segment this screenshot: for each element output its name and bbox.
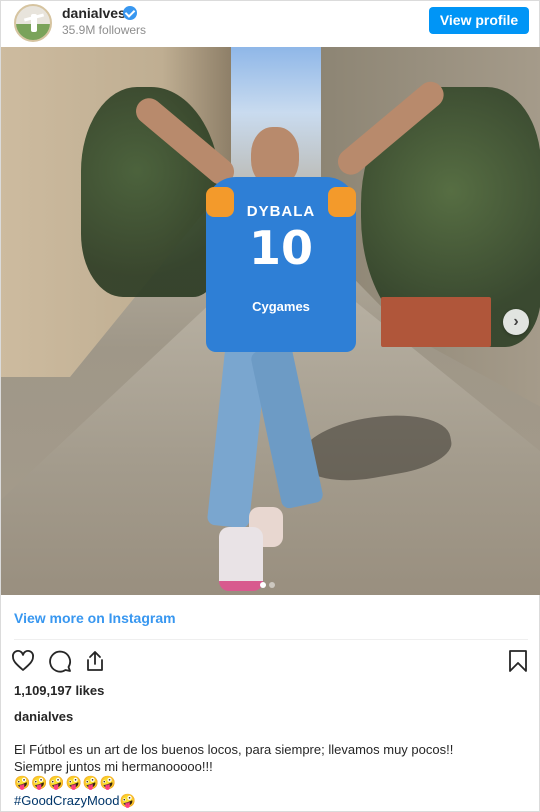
person: DYBALA 10 Cygames: [71, 76, 471, 595]
avatar-figure: [31, 14, 37, 32]
carousel-dot: [269, 582, 275, 588]
instagram-embed-card: danialves 35.9M followers View profile D…: [0, 0, 540, 812]
right-arm: [332, 76, 449, 180]
jersey-name: DYBALA: [246, 203, 316, 220]
jersey-sponsor: Cygames: [252, 299, 310, 314]
left-shoe: [219, 527, 263, 591]
heart-icon[interactable]: [11, 649, 35, 673]
right-leg: [249, 344, 325, 510]
comment-icon[interactable]: [48, 649, 72, 673]
share-icon[interactable]: [83, 649, 107, 673]
jersey-number: 10: [248, 221, 313, 275]
post-photo[interactable]: DYBALA 10 Cygames ›: [1, 47, 540, 595]
caption-line-1: El Fútbol es un art de los buenos locos,…: [14, 742, 454, 757]
like-count[interactable]: 1,109,197 likes: [14, 683, 104, 698]
left-arm: [130, 92, 240, 190]
carousel-dot-active: [260, 582, 266, 588]
post-header: danialves 35.9M followers View profile: [1, 1, 540, 47]
caption: El Fútbol es un art de los buenos locos,…: [14, 741, 528, 809]
follower-count: 35.9M followers: [62, 23, 147, 37]
view-more-link[interactable]: View more on Instagram: [14, 610, 176, 626]
caption-emojis: 🤪🤪🤪🤪🤪🤪: [14, 776, 118, 791]
caption-hashtag[interactable]: #GoodCrazyMood🤪: [14, 792, 528, 809]
verified-icon: [123, 6, 137, 20]
caption-line-2: Siempre juntos mi hermanooooo!!!: [14, 759, 213, 774]
bookmark-icon[interactable]: [506, 649, 530, 673]
view-profile-button[interactable]: View profile: [429, 7, 529, 34]
caption-username[interactable]: danialves: [14, 709, 73, 724]
divider: [14, 639, 528, 640]
avatar[interactable]: [14, 4, 52, 42]
carousel-dots: [260, 575, 278, 593]
chevron-right-icon[interactable]: ›: [503, 309, 529, 335]
username[interactable]: danialves: [62, 5, 126, 21]
